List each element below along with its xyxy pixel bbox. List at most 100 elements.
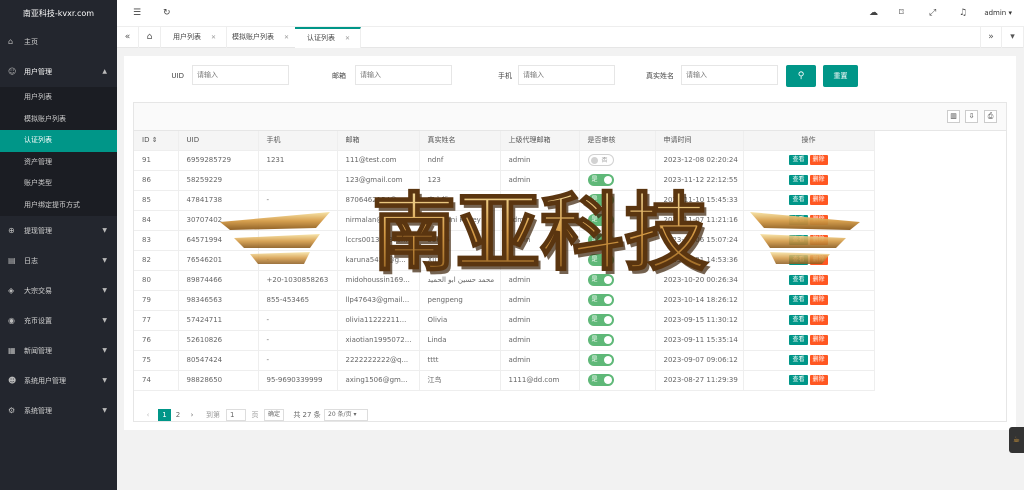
approve-switch[interactable]: 是 xyxy=(587,314,614,326)
sidebar-item-news[interactable]: ▦ 新闻管理 ▼ xyxy=(0,336,117,366)
chevron-down-icon: ▼ xyxy=(102,407,107,414)
cell-uid: 52610826 xyxy=(178,330,259,351)
cell-real-name: 江鸟 xyxy=(419,370,501,391)
sidebar-item-home[interactable]: ⌂ 主页 xyxy=(0,27,117,57)
email-input[interactable] xyxy=(355,65,452,85)
search-button[interactable]: ⚲ xyxy=(786,65,816,87)
approve-switch[interactable]: 是 xyxy=(587,354,614,366)
home-tab-icon[interactable]: ⌂ xyxy=(139,27,161,48)
sidebar-item-label: 大宗交易 xyxy=(24,287,52,295)
tabs-next-icon[interactable]: » xyxy=(980,27,1002,48)
tabs-menu-icon[interactable]: ▾ xyxy=(1002,27,1024,48)
cell-approved: 是 xyxy=(579,310,656,331)
reset-button[interactable]: 重置 xyxy=(823,65,858,87)
brand-watermark: 南亚科技 南亚科技 xyxy=(220,182,860,286)
bell-icon[interactable]: ♫ xyxy=(959,0,967,27)
sidebar-item-logs[interactable]: ▤ 日志 ▼ xyxy=(0,246,117,276)
cell-apply-time: 2023-12-08 02:20:24 xyxy=(655,150,744,171)
table-row: 75 80547424-2222222222@q... tttt admin 是 2023… xyxy=(134,350,875,371)
prev-page-icon[interactable]: ‹ xyxy=(142,409,154,421)
table-row: 76 52610826- xiaotian1995072... Linda admin 是… xyxy=(134,330,875,351)
cell-actions: 查看删除 xyxy=(743,350,875,371)
real-name-input[interactable] xyxy=(681,65,778,85)
view-button[interactable]: 查看 xyxy=(789,155,808,165)
print-icon[interactable]: ⎙ xyxy=(984,110,997,123)
cell-email: axing1506@gm... xyxy=(337,370,420,391)
page-2[interactable]: 2 xyxy=(172,409,184,421)
theme-icon[interactable]: ☁ xyxy=(869,0,878,27)
delete-button[interactable]: 删除 xyxy=(809,155,828,165)
delete-button[interactable]: 删除 xyxy=(809,295,828,305)
email-label: 邮箱 xyxy=(332,72,346,80)
fullscreen-icon[interactable]: ⤢ xyxy=(929,0,936,27)
sidebar-item-withdrawal[interactable]: ⊕ 提现管理 ▼ xyxy=(0,216,117,246)
approve-switch[interactable]: 是 xyxy=(587,294,614,306)
delete-button[interactable]: 删除 xyxy=(809,315,828,325)
tab-demo-accounts[interactable]: 模拟账户列表 ✕ xyxy=(220,27,301,48)
close-icon[interactable]: ✕ xyxy=(345,35,350,42)
per-page-select[interactable]: 20 条/页 ▾ xyxy=(324,409,368,421)
tab-user-list[interactable]: 用户列表 ✕ xyxy=(161,27,228,48)
cell-actions: 查看删除 xyxy=(743,310,875,331)
close-icon[interactable]: ✕ xyxy=(211,34,216,41)
cell-apply-time: 2023-08-27 11:29:39 xyxy=(655,370,744,391)
sidebar-item-user-management[interactable]: ☺ 用户管理 ▲ xyxy=(0,57,117,87)
sidebar-subitem-asset-management[interactable]: 资产管理 xyxy=(0,152,117,174)
cell-approved: 是 xyxy=(579,370,656,391)
goto-page-input[interactable]: 1 xyxy=(226,409,246,421)
cell-uid: 98346563 xyxy=(178,290,259,311)
chevron-up-icon: ▲ xyxy=(102,68,107,75)
col-id[interactable]: ID ⇕ xyxy=(134,131,179,151)
tag-icon[interactable]: ⌑ xyxy=(899,0,904,27)
floating-side-button[interactable]: ☕ xyxy=(1009,427,1024,453)
sidebar-item-system[interactable]: ⚙ 系统管理 ▼ xyxy=(0,396,117,426)
delete-button[interactable]: 删除 xyxy=(809,355,828,365)
cell-apply-time: 2023-09-11 15:35:14 xyxy=(655,330,744,351)
trade-icon: ◈ xyxy=(8,286,15,295)
sidebar-subitem-verification-list[interactable]: 认证列表 xyxy=(0,130,117,152)
cell-agent-email: admin xyxy=(500,350,580,371)
view-button[interactable]: 查看 xyxy=(789,375,808,385)
next-page-icon[interactable]: › xyxy=(186,409,198,421)
delete-button[interactable]: 删除 xyxy=(809,335,828,345)
page-1[interactable]: 1 xyxy=(158,409,171,421)
tabs-prev-icon[interactable]: « xyxy=(117,27,139,48)
sort-icon[interactable]: ⇕ xyxy=(152,136,158,144)
view-button[interactable]: 查看 xyxy=(789,315,808,325)
cell-real-name: tttt xyxy=(419,350,501,371)
sidebar-item-label: 充币设置 xyxy=(24,317,52,325)
sidebar-subitem-demo-accounts[interactable]: 模拟账户列表 xyxy=(0,109,117,131)
goto-confirm-button[interactable]: 确定 xyxy=(264,409,285,421)
right-wing-shape xyxy=(750,212,860,264)
sidebar-item-block-trade[interactable]: ◈ 大宗交易 ▼ xyxy=(0,276,117,306)
admin-menu[interactable]: admin ▾ xyxy=(984,0,1012,27)
cell-agent-email: admin xyxy=(500,150,580,171)
menu-toggle-icon[interactable]: ☰ xyxy=(133,0,141,27)
approve-switch[interactable]: 是 xyxy=(587,374,614,386)
cell-uid: 80547424 xyxy=(178,350,259,371)
sidebar-subitem-account-types[interactable]: 账户类型 xyxy=(0,173,117,195)
sidebar-item-label: 主页 xyxy=(24,38,38,46)
refresh-icon[interactable]: ↻ xyxy=(163,0,171,27)
approve-switch[interactable]: 是 xyxy=(587,334,614,346)
view-button[interactable]: 查看 xyxy=(789,335,808,345)
uid-input[interactable] xyxy=(192,65,289,85)
goto-suffix: 页 xyxy=(251,411,259,419)
approve-switch[interactable]: 否 xyxy=(587,154,614,166)
delete-button[interactable]: 删除 xyxy=(809,375,828,385)
tab-verification-list[interactable]: 认证列表 ✕ xyxy=(295,27,362,48)
cell-phone: - xyxy=(258,310,338,331)
phone-input[interactable] xyxy=(518,65,615,85)
sidebar-subitem-user-list[interactable]: 用户列表 xyxy=(0,87,117,109)
view-button[interactable]: 查看 xyxy=(789,355,808,365)
sidebar-item-system-users[interactable]: ☻ 系统用户管理 ▼ xyxy=(0,366,117,396)
admin-name: admin xyxy=(984,9,1007,17)
sidebar-subitem-withdraw-methods[interactable]: 用户绑定提币方式 xyxy=(0,195,117,217)
export-icon[interactable]: ⇩ xyxy=(965,110,978,123)
home-icon: ⌂ xyxy=(8,37,14,46)
view-button[interactable]: 查看 xyxy=(789,295,808,305)
cell-id: 76 xyxy=(134,330,179,351)
close-icon[interactable]: ✕ xyxy=(284,34,289,41)
columns-filter-icon[interactable]: ▥ xyxy=(947,110,960,123)
sidebar-item-deposit-settings[interactable]: ◉ 充币设置 ▼ xyxy=(0,306,117,336)
